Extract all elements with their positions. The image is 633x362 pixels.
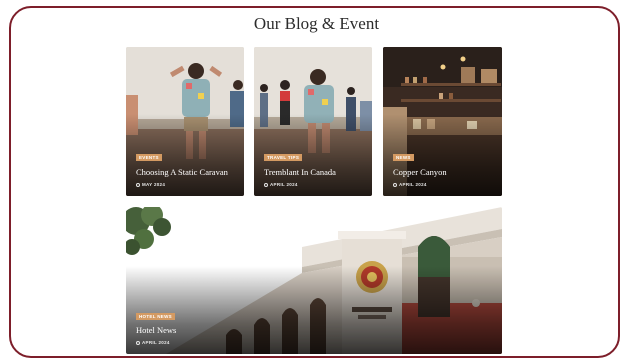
blog-card-4-title[interactable]: Hotel News — [136, 325, 176, 335]
blog-card-1[interactable]: EVENTS Choosing A Static Caravan MAY 202… — [126, 47, 244, 196]
clock-icon — [393, 182, 397, 187]
blog-card-3-badge[interactable]: NEWS — [393, 154, 414, 161]
blog-card-3[interactable]: NEWS Copper Canyon APRIL 2024 — [383, 47, 502, 196]
clock-icon — [264, 182, 268, 187]
blog-card-3-date-text: APRIL 2024 — [399, 182, 427, 187]
blog-card-4-date-text: APRIL 2024 — [142, 340, 170, 345]
blog-card-4[interactable]: HOTEL NEWS Hotel News APRIL 2024 — [126, 207, 502, 354]
blog-card-3-title[interactable]: Copper Canyon — [393, 167, 447, 177]
blog-card-1-badge[interactable]: EVENTS — [136, 154, 162, 161]
blog-card-4-date: APRIL 2024 — [136, 340, 170, 345]
blog-card-2[interactable]: TRAVEL TIPS Tremblant In Canada APRIL 20… — [254, 47, 372, 196]
blog-card-2-date: APRIL 2024 — [264, 182, 298, 187]
blog-card-2-date-text: APRIL 2024 — [270, 182, 298, 187]
blog-card-2-title[interactable]: Tremblant In Canada — [264, 167, 336, 177]
blog-card-1-title[interactable]: Choosing A Static Caravan — [136, 167, 228, 177]
section-title: Our Blog & Event — [253, 14, 380, 33]
clock-icon — [136, 340, 140, 345]
blog-card-4-badge[interactable]: HOTEL NEWS — [136, 313, 175, 320]
blog-card-4-overlay — [126, 265, 502, 354]
blog-card-1-date: MAY 2024 — [136, 182, 165, 187]
blog-card-3-date: APRIL 2024 — [393, 182, 427, 187]
blog-card-2-badge[interactable]: TRAVEL TIPS — [264, 154, 303, 161]
clock-icon — [136, 182, 140, 187]
blog-card-1-date-text: MAY 2024 — [142, 182, 166, 187]
